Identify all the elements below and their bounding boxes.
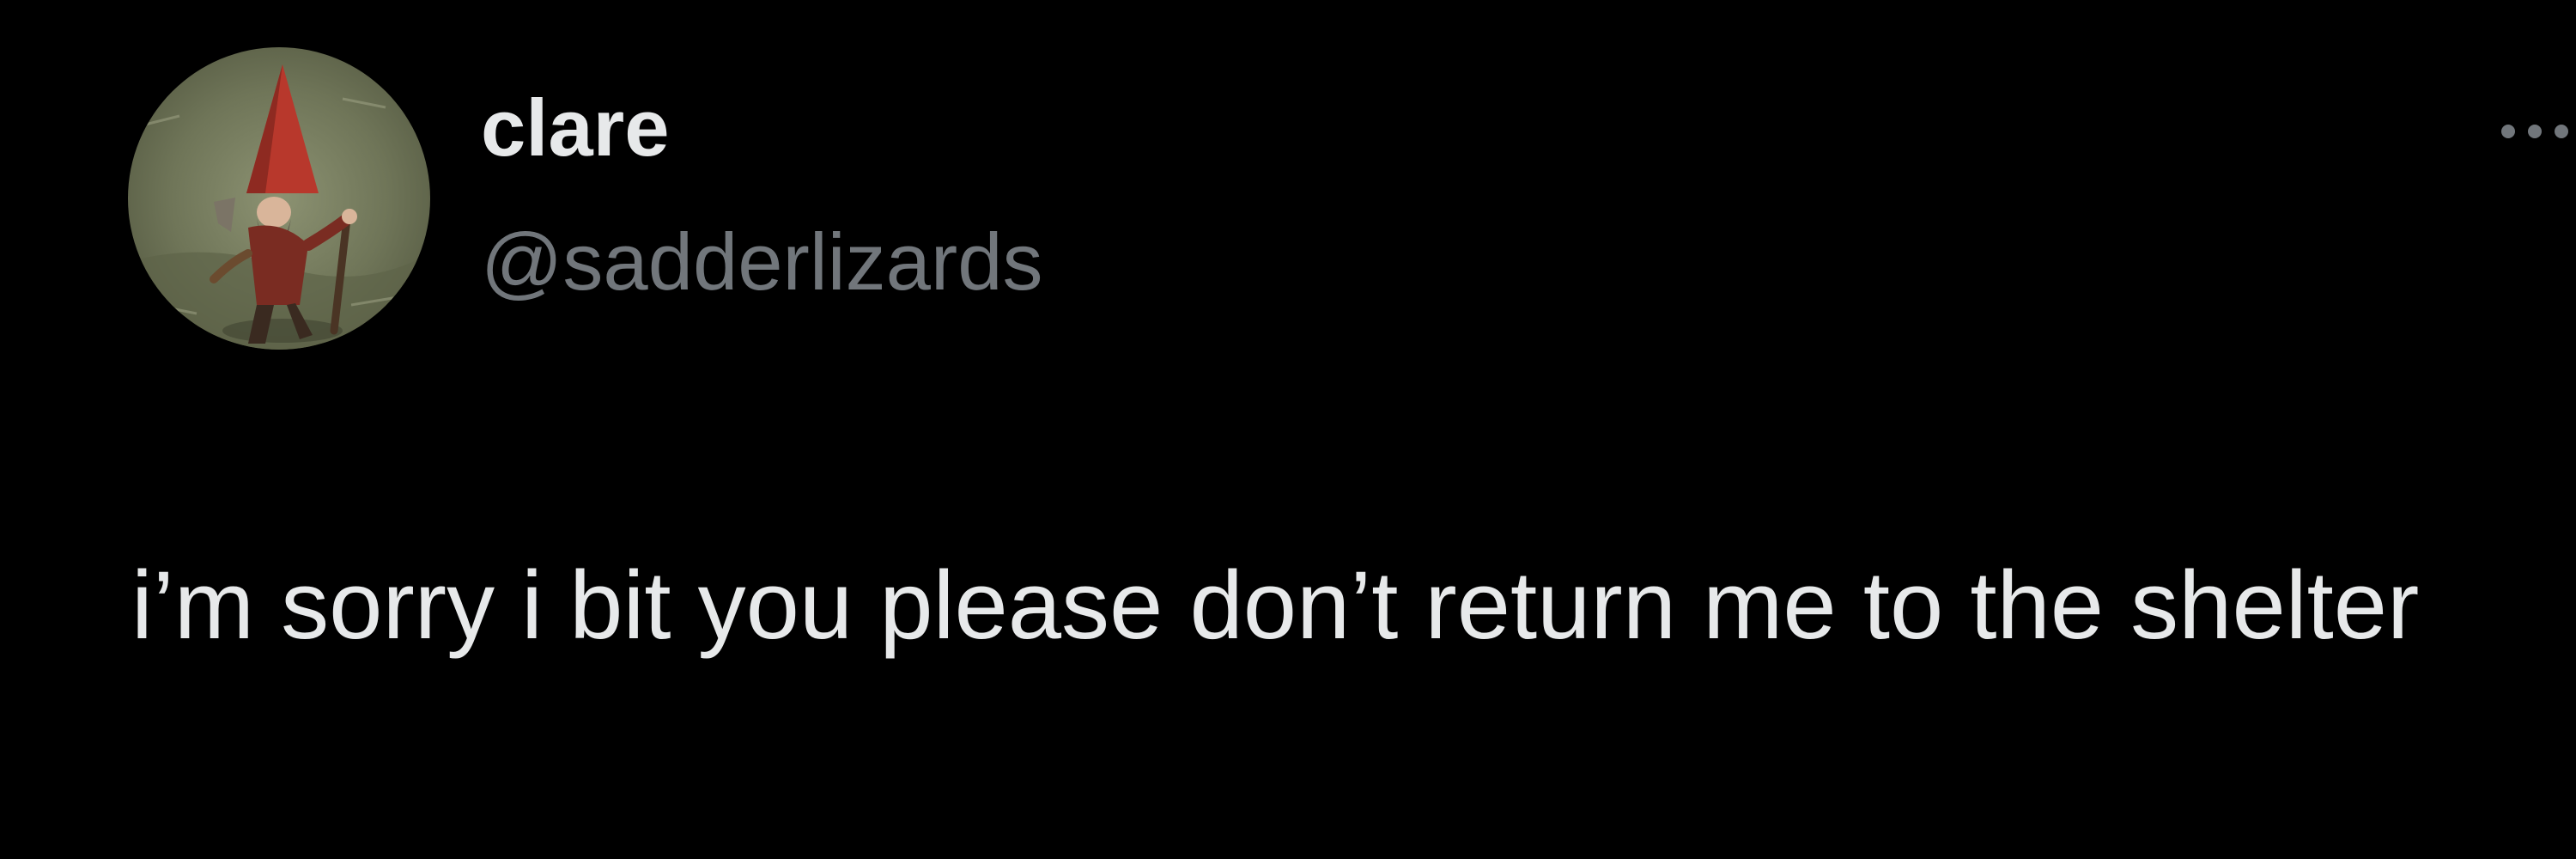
avatar[interactable] [128, 47, 430, 350]
display-name[interactable]: clare [481, 88, 670, 168]
more-options-button[interactable] [2494, 103, 2576, 163]
gnome-avatar-icon [128, 47, 430, 350]
tweet-text: i’m sorry i bit you please don’t return … [131, 551, 2420, 659]
tweet-card: clare @sadderlizards i’m sorry i bit you… [0, 0, 2576, 859]
user-handle[interactable]: @sadderlizards [481, 222, 1042, 302]
more-horizontal-icon [2501, 125, 2568, 138]
